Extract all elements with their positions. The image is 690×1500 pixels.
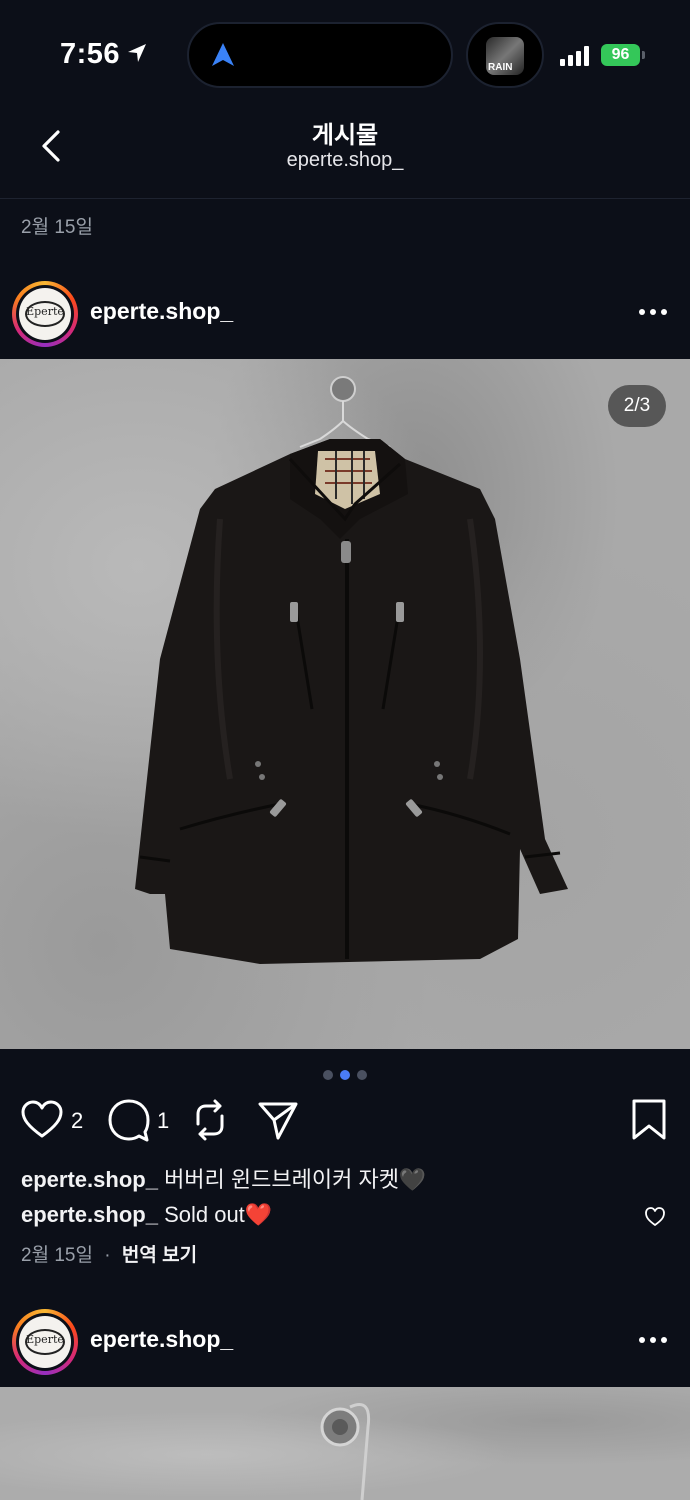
more-icon[interactable]	[638, 1336, 668, 1344]
now-playing-island[interactable]: RAIN	[466, 22, 544, 88]
page-subtitle: eperte.shop_	[286, 149, 404, 171]
avatar-logo-text: Eperte	[26, 1333, 64, 1346]
post-caption: eperte.shop_ 버버리 윈드브레이커 자켓🖤	[21, 1162, 426, 1194]
album-art-text: RAIN	[488, 62, 513, 73]
post-date: 2월 15일	[21, 1245, 93, 1266]
status-bar: 7:56 RAIN 96	[0, 0, 690, 110]
heart-icon[interactable]	[20, 1098, 64, 1142]
comment-like-icon[interactable]	[644, 1206, 666, 1228]
signal-icon	[560, 46, 589, 66]
more-icon[interactable]	[638, 308, 668, 316]
battery-tip	[642, 51, 645, 59]
meta-separator: ·	[104, 1245, 111, 1266]
bookmark-icon[interactable]	[630, 1098, 668, 1142]
navigation-arrow-icon	[212, 43, 234, 66]
avatar[interactable]: Eperte	[12, 281, 78, 347]
avatar[interactable]: Eperte	[12, 1309, 78, 1375]
next-post-username[interactable]: eperte.shop_	[90, 1326, 233, 1353]
dynamic-island[interactable]	[187, 22, 453, 88]
previous-post-date: 2월 15일	[21, 217, 93, 238]
page-title: 게시물	[311, 122, 379, 149]
post-meta: 2월 15일 · 번역 보기	[21, 1240, 197, 1267]
carousel-dot-active	[340, 1070, 350, 1080]
like-count[interactable]: 2	[71, 1108, 83, 1134]
location-arrow-icon	[128, 44, 146, 62]
post-username[interactable]: eperte.shop_	[90, 298, 233, 325]
avatar-logo-text: Eperte	[26, 305, 64, 318]
post-header: Eperte eperte.shop_	[0, 278, 690, 350]
status-time: 7:56	[60, 38, 121, 70]
comment-username[interactable]: eperte.shop_	[21, 1202, 158, 1227]
post-actions: 2 1	[0, 1098, 690, 1148]
repost-icon[interactable]	[188, 1098, 232, 1142]
translate-link[interactable]: 번역 보기	[122, 1245, 197, 1266]
image-counter: 2/3	[608, 385, 666, 427]
battery-level: 96	[601, 44, 640, 66]
carousel-dot	[357, 1070, 367, 1080]
caption-text: 버버리 윈드브레이커 자켓🖤	[164, 1167, 427, 1192]
nav-header: 게시물 eperte.shop_	[0, 110, 690, 199]
jacket-photo	[135, 376, 568, 964]
share-icon[interactable]	[256, 1098, 300, 1142]
album-art: RAIN	[486, 37, 524, 75]
post-comment: eperte.shop_ Sold out❤️	[21, 1202, 272, 1228]
comment-text: Sold out❤️	[164, 1202, 273, 1227]
carousel-dots	[323, 1070, 369, 1080]
caption-username[interactable]: eperte.shop_	[21, 1167, 158, 1192]
comment-count[interactable]: 1	[157, 1108, 169, 1134]
comment-icon[interactable]	[107, 1098, 151, 1142]
post-image[interactable]	[0, 359, 690, 1049]
hook-photo	[320, 1403, 371, 1500]
carousel-dot	[323, 1070, 333, 1080]
next-post-header: Eperte eperte.shop_	[0, 1306, 690, 1378]
next-post-image[interactable]	[0, 1387, 690, 1500]
